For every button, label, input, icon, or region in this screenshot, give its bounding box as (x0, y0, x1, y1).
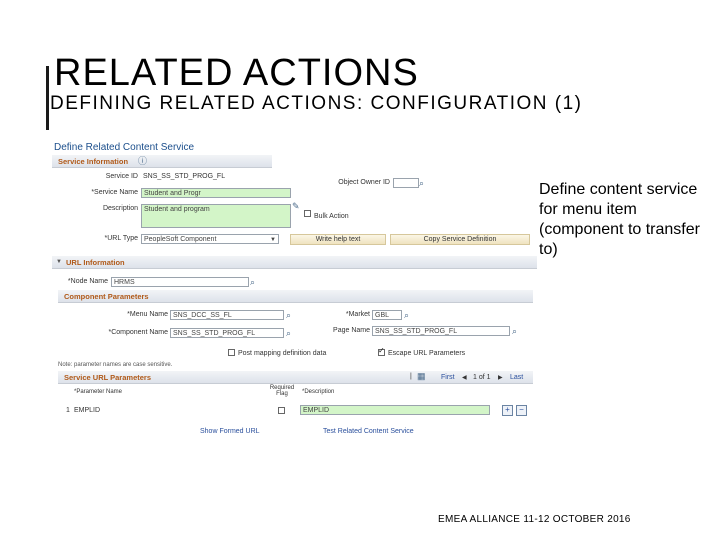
menu-name-label: *Menu Name (127, 311, 168, 318)
search-icon[interactable]: ⌕ (404, 311, 409, 320)
bulk-action-label: Bulk Action (314, 213, 349, 220)
next-icon[interactable]: ▶ (498, 374, 503, 381)
accent-bar (46, 66, 49, 130)
service-id-label: Service ID (105, 173, 138, 180)
market-field[interactable]: GBL (372, 310, 402, 320)
url-type-select[interactable]: PeopleSoft Component ▼ (141, 234, 279, 244)
slide-footer: EMEA ALLIANCE 11-12 OCTOBER 2016 (438, 514, 631, 525)
collapse-icon[interactable]: ▼ (56, 259, 62, 265)
chevron-down-icon: ▼ (270, 237, 276, 243)
side-note: Define content service for menu item (co… (539, 181, 700, 258)
add-row-icon[interactable]: + (502, 405, 513, 416)
component-name-field[interactable]: SNS_SS_STD_PROG_FL (170, 328, 284, 338)
prev-icon[interactable]: ◀ (462, 374, 467, 381)
slide-title: RELATED ACTIONS (54, 52, 419, 94)
delete-row-icon[interactable]: − (516, 405, 527, 416)
url-type-label: *URL Type (104, 235, 138, 242)
search-icon[interactable]: ⌕ (250, 278, 255, 287)
service-url-params-header-label: Service URL Parameters (64, 373, 151, 382)
write-help-button[interactable]: Write help text (290, 234, 386, 245)
component-params-header-label: Component Parameters (64, 292, 149, 301)
grid-view-icon[interactable]: ▦ (417, 372, 426, 381)
service-name-field[interactable]: Student and Progr (141, 188, 291, 198)
service-id-value: SNS_SS_STD_PROG_FL (143, 173, 226, 180)
required-flag-checkbox[interactable] (278, 407, 285, 414)
node-name-label: *Node Name (67, 278, 108, 285)
description-label: Description (102, 205, 138, 212)
edit-icon[interactable]: ✎ (292, 202, 300, 211)
url-info-header-label: URL Information (66, 258, 125, 267)
component-name-label: *Component Name (108, 329, 168, 336)
help-icon[interactable]: ⓘ (138, 157, 147, 166)
peoplesoft-screenshot: Define Related Content Service Service I… (52, 140, 537, 440)
col-description: *Description (302, 389, 335, 395)
search-icon[interactable]: ⌕ (286, 311, 291, 320)
row-index: 1 (66, 407, 70, 414)
service-name-label: *Service Name (91, 189, 138, 196)
escape-url-checkbox[interactable] (378, 346, 385, 356)
page-name-field[interactable]: SNS_SS_STD_PROG_FL (372, 326, 510, 336)
url-info-header: ▼ URL Information (52, 256, 537, 269)
row-description-field[interactable]: EMPLID (300, 405, 490, 415)
test-related-content-link[interactable]: Test Related Content Service (323, 428, 414, 435)
object-owner-label: Object Owner ID (338, 179, 390, 186)
object-owner-field[interactable] (393, 178, 419, 188)
menu-name-field[interactable]: SNS_DCC_SS_FL (170, 310, 284, 320)
col-parameter-name: *Parameter Name (74, 389, 123, 395)
grid-separator: | (410, 373, 412, 380)
market-label: *Market (345, 311, 370, 318)
search-icon[interactable]: ⌕ (419, 179, 424, 188)
first-link[interactable]: First (441, 374, 455, 381)
url-type-value: PeopleSoft Component (144, 236, 217, 243)
page-indicator: 1 of 1 (473, 374, 491, 381)
col-required-flag: Required Flag (267, 385, 297, 397)
component-params-header: Component Parameters (58, 290, 533, 303)
page-title: Define Related Content Service (54, 142, 195, 153)
service-info-header: Service Information (52, 155, 272, 168)
page-name-label: Page Name (333, 327, 370, 334)
post-mapping-checkbox[interactable] (228, 349, 235, 356)
col-required-line2: Flag (276, 391, 288, 397)
case-sensitive-note: Note: parameter names are case sensitive… (58, 362, 173, 368)
search-icon[interactable]: ⌕ (286, 329, 291, 338)
description-field[interactable]: Student and program (141, 204, 291, 228)
escape-url-label: Escape URL Parameters (388, 350, 466, 357)
show-formed-url-link[interactable]: Show Formed URL (200, 428, 260, 435)
row-parameter-name: EMPLID (74, 407, 101, 414)
slide-subtitle: DEFINING RELATED ACTIONS: CONFIGURATION … (50, 93, 583, 114)
last-link[interactable]: Last (510, 374, 523, 381)
post-mapping-label: Post mapping definition data (238, 350, 327, 357)
search-icon[interactable]: ⌕ (512, 327, 517, 336)
copy-service-button[interactable]: Copy Service Definition (390, 234, 530, 245)
bulk-action-checkbox[interactable] (304, 210, 311, 217)
node-name-field[interactable]: HRMS (111, 277, 249, 287)
service-info-header-label: Service Information (58, 157, 129, 166)
